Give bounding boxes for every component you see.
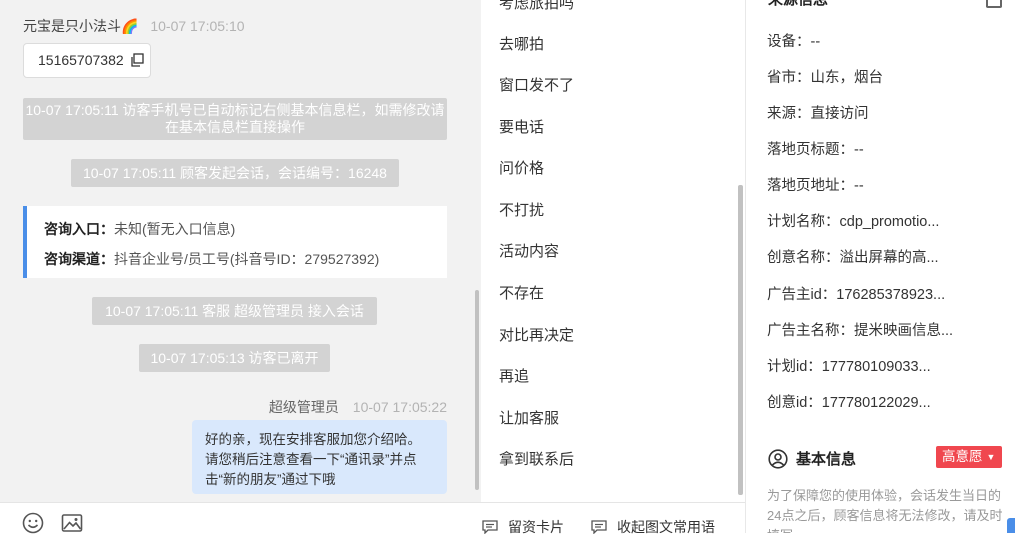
- info-advertiser-id: 广告主id：176285378923...: [767, 287, 946, 303]
- agent-name: 超级管理员: [268, 399, 339, 415]
- agent-message-time: 10-07 17:05:22: [352, 399, 447, 415]
- info-region: 省市：山东，烟台: [767, 70, 883, 86]
- quick-reply-item[interactable]: 再追: [499, 365, 529, 386]
- agent-name-line: 超级管理员 10-07 17:05:22: [269, 397, 447, 417]
- consult-channel-row: 咨询渠道：抖音企业号/员工号(抖音号ID：279527392): [44, 249, 379, 269]
- info-landing-title: 落地页标题：--: [767, 142, 864, 158]
- consult-channel-label: 咨询渠道：: [44, 251, 114, 267]
- lead-card-label: 留资卡片: [508, 519, 564, 535]
- message-square-icon: [591, 520, 607, 534]
- quick-reply-item[interactable]: 活动内容: [499, 240, 559, 261]
- quick-reply-item[interactable]: 去哪拍: [499, 33, 544, 54]
- quick-reply-item[interactable]: 不存在: [499, 282, 544, 303]
- info-source: 来源：直接访问: [767, 106, 869, 122]
- quick-reply-item[interactable]: 对比再决定: [499, 324, 574, 345]
- info-creative-name: 创意名称：溢出屏幕的高...: [767, 250, 939, 266]
- quick-reply-item[interactable]: 让加客服: [499, 407, 559, 428]
- quick-reply-item[interactable]: 要电话: [499, 116, 544, 137]
- consult-info-card: 咨询入口：未知(暂无入口信息) 咨询渠道：抖音企业号/员工号(抖音号ID：279…: [23, 206, 447, 278]
- info-advertiser-name: 广告主名称：提米映画信息...: [767, 323, 954, 339]
- info-plan-id: 计划id：177780109033...: [767, 359, 931, 375]
- collapse-quick-replies-button[interactable]: 收起图文常用语: [591, 517, 715, 537]
- consult-entry-value: 未知(暂无入口信息): [114, 221, 236, 237]
- basic-info-title-text: 基本信息: [796, 451, 857, 468]
- consult-channel-value: 抖音企业号/员工号(抖音号ID：279527392): [114, 251, 380, 267]
- smiley-icon[interactable]: [22, 512, 44, 534]
- input-toolbar: 留资卡片 收起图文常用语: [0, 502, 745, 537]
- source-info-title-text: 来源信息: [768, 0, 828, 8]
- caret-down-icon: ▼: [986, 452, 996, 462]
- system-message-visitor-left: 10-07 17:05:13 访客已离开: [139, 344, 330, 372]
- image-icon[interactable]: [61, 512, 83, 534]
- chat-panel: 元宝是只小法斗🌈 10-07 17:05:10 15165707382 10-0…: [0, 0, 481, 502]
- agent-message: 好的亲，现在安排客服加您介绍哈。请您稍后注意查看一下“通讯录”并点击“新的朋友”…: [192, 420, 447, 494]
- quick-reply-item[interactable]: 不打扰: [499, 199, 544, 220]
- system-message-phone-tag: 10-07 17:05:11 访客手机号已自动标记右侧基本信息栏，如需修改请在基…: [23, 98, 447, 140]
- quick-reply-item[interactable]: 拿到联系后: [499, 448, 574, 469]
- basic-info-title: 基本信息: [768, 448, 856, 469]
- edit-icon[interactable]: [986, 0, 1002, 8]
- intent-level-dropdown[interactable]: 高意愿 ▼: [936, 446, 1002, 468]
- visitor-name-line: 元宝是只小法斗🌈 10-07 17:05:10: [23, 16, 245, 36]
- visitor-message-time: 10-07 17:05:10: [150, 18, 245, 34]
- visitor-phone-message: 15165707382: [23, 43, 151, 78]
- info-device: 设备：--: [767, 34, 821, 50]
- user-circle-icon: [768, 448, 788, 469]
- customer-info-panel: 来源信息 设备：-- 省市：山东，烟台 来源：直接访问 落地页标题：-- 落地页…: [746, 0, 1015, 533]
- intent-level-label: 高意愿: [942, 449, 983, 464]
- info-landing-url: 落地页地址：--: [767, 178, 864, 194]
- quick-reply-item[interactable]: 窗口发不了: [499, 74, 574, 95]
- collapse-quick-replies-label: 收起图文常用语: [617, 519, 715, 535]
- quick-reply-list: 考虑旅拍吗 去哪拍 窗口发不了 要电话 问价格 不打扰 活动内容 不存在 对比再…: [481, 0, 745, 502]
- lead-card-button[interactable]: 留资卡片: [482, 517, 564, 537]
- source-info-title: 来源信息: [768, 0, 828, 9]
- consult-entry-label: 咨询入口：: [44, 221, 114, 237]
- quick-reply-item[interactable]: 问价格: [499, 157, 544, 178]
- edit-deadline-notice: 为了保障您的使用体验，会话发生当日的24点之后，顾客信息将无法修改，请及时填写: [767, 488, 1003, 533]
- info-plan-name: 计划名称：cdp_promotio...: [767, 214, 940, 230]
- quick-reply-scrollbar[interactable]: [738, 185, 743, 495]
- consult-entry-row: 咨询入口：未知(暂无入口信息): [44, 219, 235, 239]
- floating-action-tab[interactable]: [1007, 518, 1015, 533]
- visitor-name: 元宝是只小法斗🌈: [23, 18, 139, 34]
- system-message-agent-join: 10-07 17:05:11 客服 超级管理员 接入会话: [92, 297, 377, 325]
- chat-scrollbar[interactable]: [475, 290, 479, 490]
- phone-number: 15165707382: [38, 52, 124, 68]
- message-square-icon: [482, 520, 498, 534]
- quick-reply-item[interactable]: 考虑旅拍吗: [499, 0, 574, 13]
- system-message-session-start: 10-07 17:05:11 顾客发起会话，会话编号：16248: [71, 159, 399, 187]
- copy-icon[interactable]: [130, 46, 144, 67]
- info-creative-id: 创意id：177780122029...: [767, 395, 931, 411]
